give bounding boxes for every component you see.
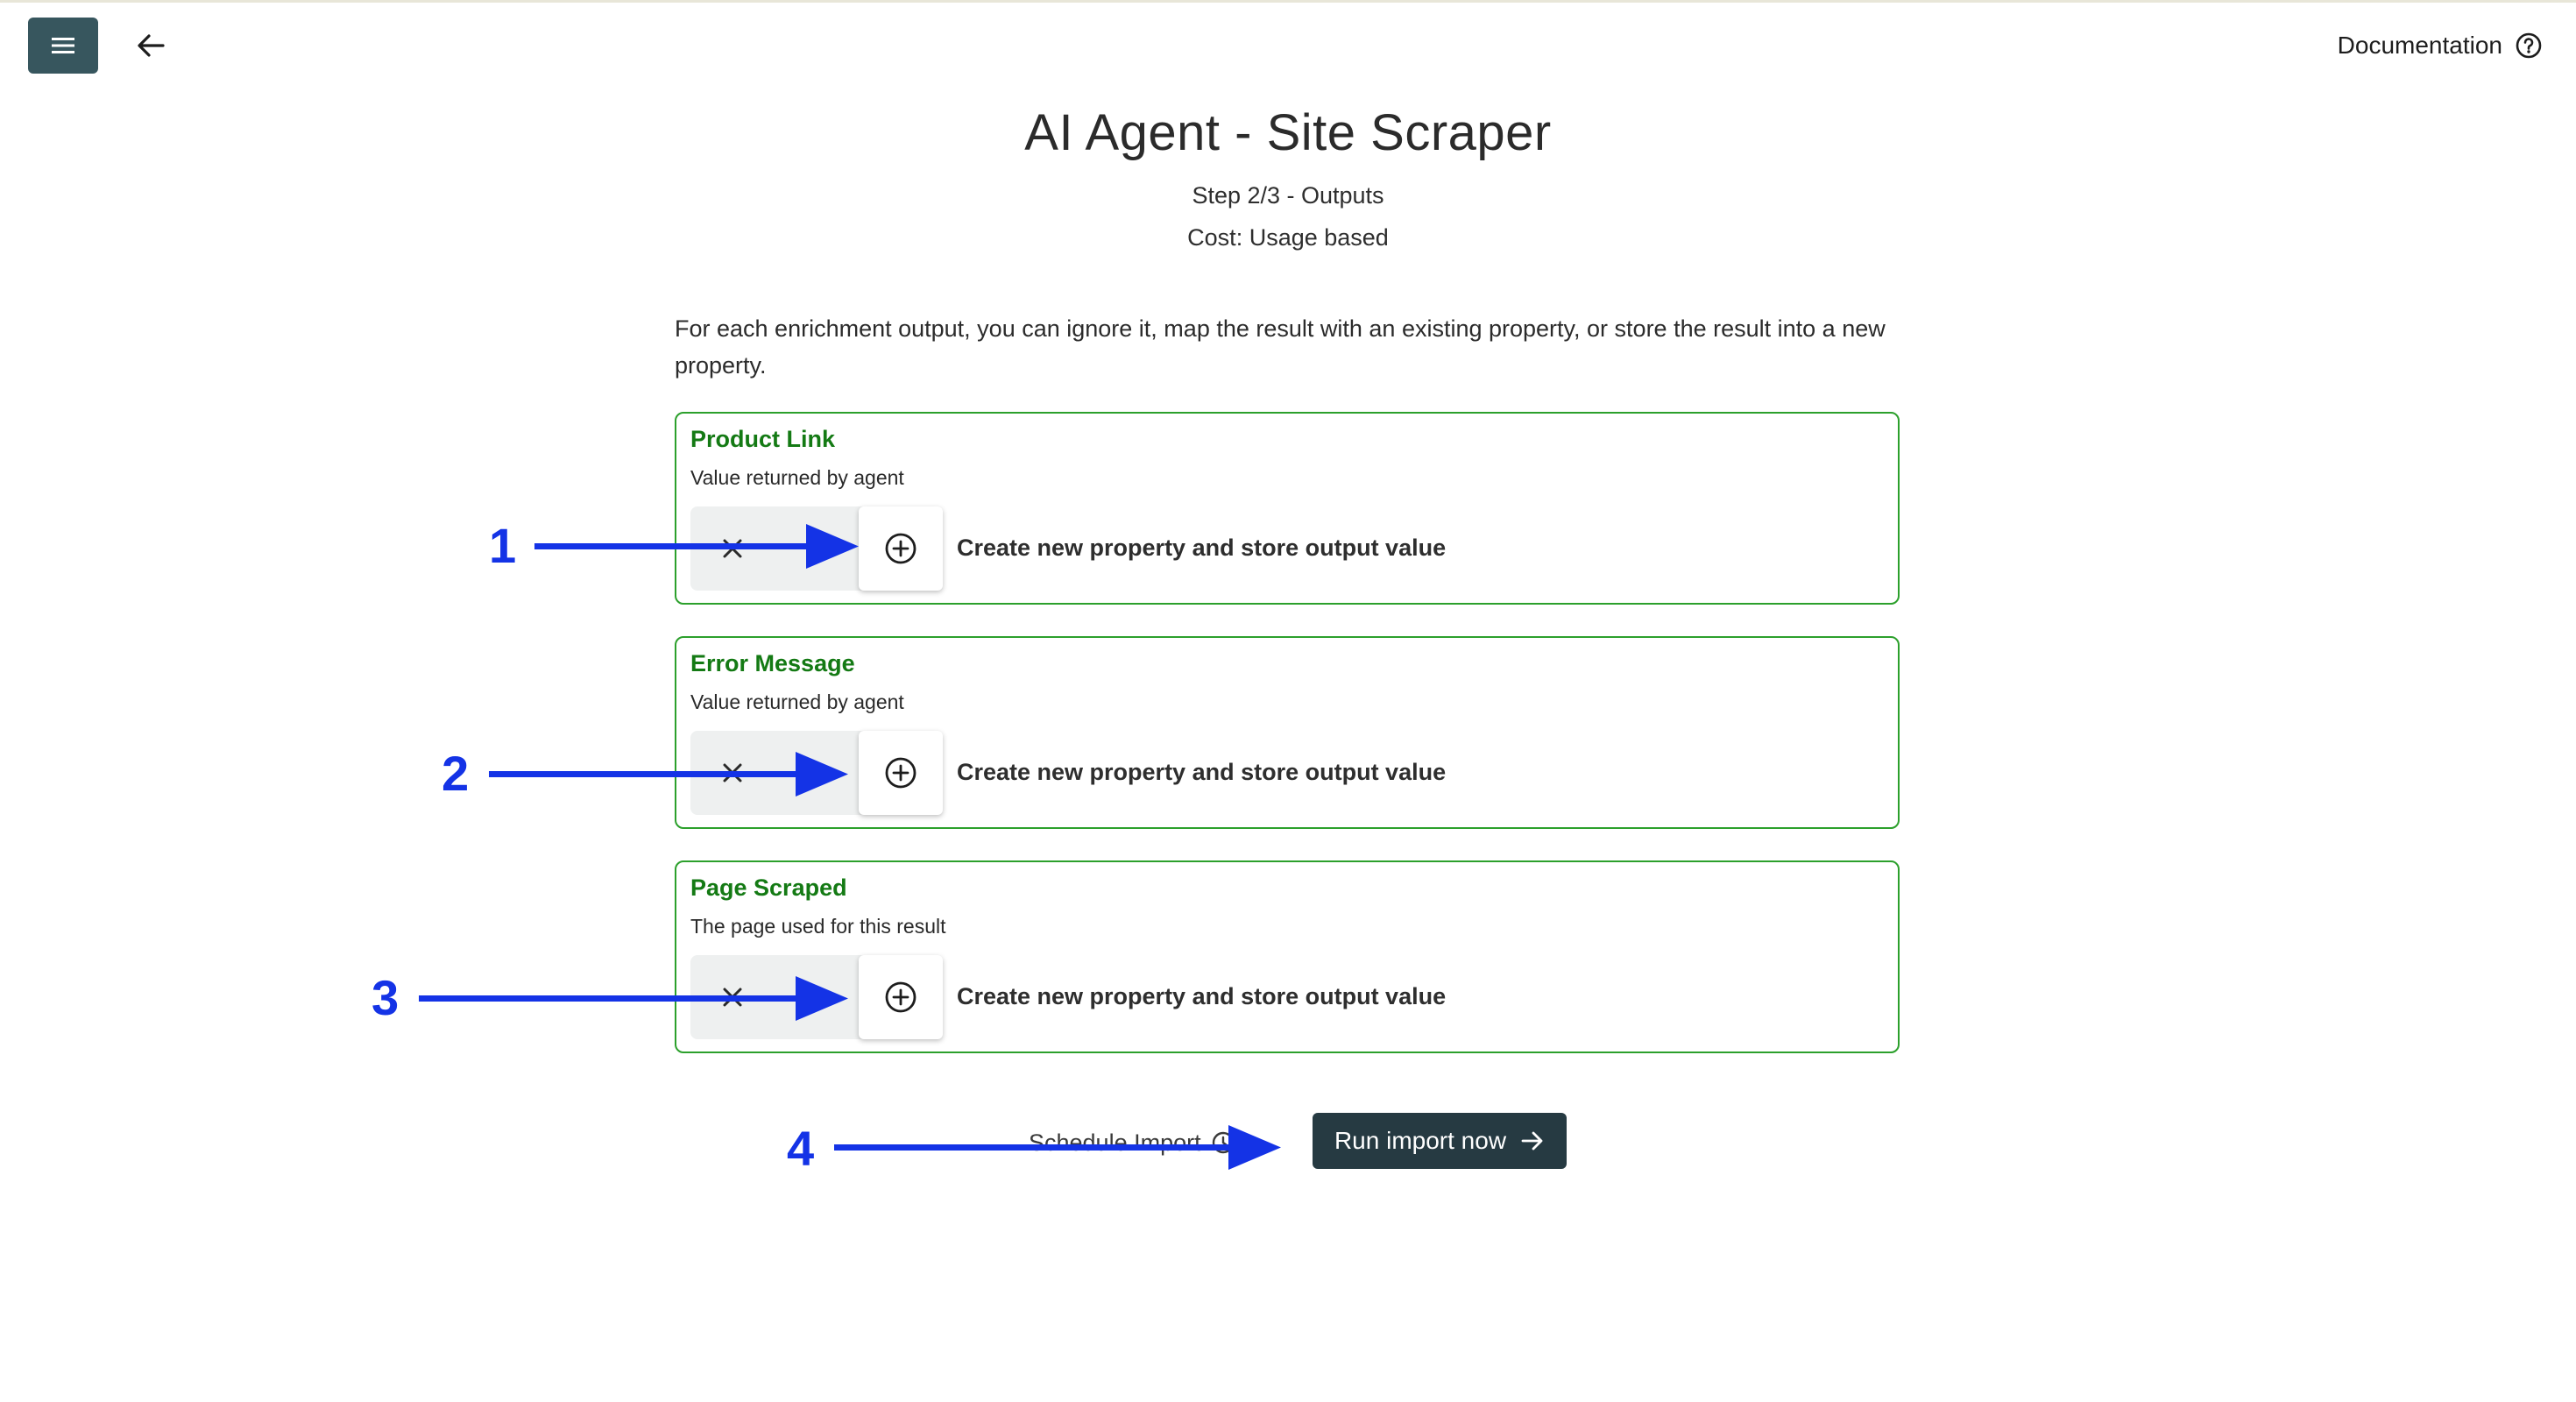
documentation-label: Documentation [2337,32,2502,59]
output-title: Page Scraped [690,874,847,901]
documentation-link[interactable]: Documentation [2338,26,2543,65]
hamburger-menu-icon [52,38,74,53]
close-icon [723,763,742,782]
create-new-option[interactable] [859,506,943,591]
menu-button[interactable] [28,18,98,74]
output-mode-toggle [690,731,943,815]
annotation-number: 2 [442,746,470,801]
top-divider [0,0,2576,3]
close-icon [723,988,742,1007]
run-import-label: Run import now [1334,1127,1507,1154]
arrow-right-icon [1521,1131,1543,1151]
link-icon [806,538,827,559]
schedule-import-label: Schedule Import [1029,1129,1201,1156]
output-mode-toggle [690,955,943,1039]
ignore-option[interactable] [690,731,775,815]
intro-text: For each enrichment output, you can igno… [675,315,1886,379]
output-description: The page used for this result [690,915,946,938]
create-new-option[interactable] [859,955,943,1039]
output-action-label: Create new property and store output val… [957,759,1447,785]
output-mode-toggle [690,506,943,591]
annotation-number: 1 [489,518,517,573]
output-action-label: Create new property and store output val… [957,535,1447,561]
clock-icon [1212,1131,1234,1154]
map-existing-option[interactable] [775,731,859,815]
output-title: Product Link [690,426,836,452]
close-icon [723,539,742,558]
page-root: Documentation AI Agent - Site Scraper St… [0,0,2576,1402]
arrow-left-icon [138,34,165,57]
run-import-button[interactable]: Run import now [1313,1113,1567,1169]
output-description: Value returned by agent [690,466,904,489]
map-existing-option[interactable] [775,506,859,591]
page-title: AI Agent - Site Scraper [1024,104,1552,161]
output-title: Error Message [690,650,855,676]
cost-info: Cost: Usage based [1187,224,1389,251]
output-card-product-link: Product Link Value returned by agent Cre… [675,412,1900,605]
schedule-import-button[interactable]: Schedule Import [1029,1125,1236,1160]
map-existing-option[interactable] [775,955,859,1039]
output-description: Value returned by agent [690,690,904,713]
plus-circle-icon [885,533,916,564]
help-circle-icon [2516,32,2542,59]
back-button[interactable] [126,25,175,67]
output-card-page-scraped: Page Scraped The page used for this resu… [675,860,1900,1053]
link-icon [806,762,827,783]
plus-circle-icon [885,981,916,1013]
create-new-option[interactable] [859,731,943,815]
link-icon [806,987,827,1008]
annotation-number: 4 [787,1121,815,1176]
output-action-label: Create new property and store output val… [957,983,1447,1009]
ignore-option[interactable] [690,506,775,591]
plus-circle-icon [885,757,916,789]
annotation-number: 3 [372,970,400,1025]
ignore-option[interactable] [690,955,775,1039]
step-indicator: Step 2/3 - Outputs [1192,182,1384,209]
output-card-error-message: Error Message Value returned by agent Cr… [675,636,1900,829]
